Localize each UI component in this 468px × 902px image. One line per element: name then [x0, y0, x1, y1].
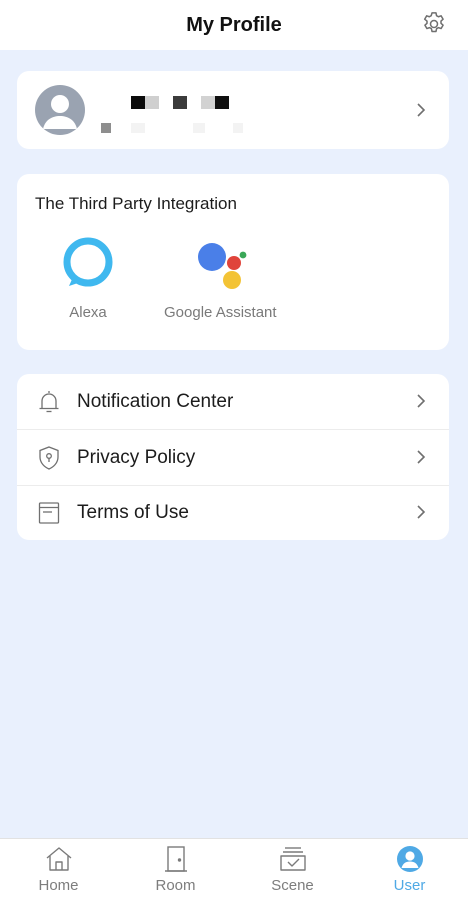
alexa-label: Alexa — [69, 304, 107, 321]
integration-card: The Third Party Integration Alexa Google… — [17, 174, 449, 350]
menu-item-terms-of-use[interactable]: Terms of Use — [17, 485, 449, 540]
tab-room[interactable]: Room — [117, 839, 234, 902]
home-icon — [44, 845, 74, 873]
menu-item-label: Terms of Use — [77, 501, 189, 523]
google-assistant-icon — [198, 243, 247, 289]
menu-card: Notification Center Privacy Policy Terms… — [17, 374, 449, 540]
header-bar: My Profile — [0, 0, 468, 50]
user-icon — [395, 845, 425, 873]
google-assistant-label: Google Assistant — [164, 304, 277, 321]
chevron-right-icon — [415, 101, 427, 119]
door-icon — [161, 845, 191, 873]
redacted-account — [101, 123, 243, 133]
menu-item-notification-center[interactable]: Notification Center — [17, 374, 449, 429]
document-icon — [37, 500, 61, 526]
tab-scene[interactable]: Scene — [234, 839, 351, 902]
tab-label: User — [393, 877, 426, 894]
scene-icon — [278, 845, 308, 873]
menu-item-label: Privacy Policy — [77, 446, 196, 468]
menu-item-label: Notification Center — [77, 390, 234, 412]
profile-card[interactable] — [17, 71, 449, 149]
redacted-username — [131, 96, 229, 109]
alexa-integration[interactable]: Alexa — [61, 236, 115, 321]
alexa-icon — [63, 237, 113, 287]
settings-button[interactable] — [418, 8, 450, 40]
chevron-right-icon — [415, 503, 427, 521]
user-avatar-icon — [35, 85, 85, 135]
bell-icon — [37, 389, 61, 415]
chevron-right-icon — [415, 392, 427, 410]
integration-section-title: The Third Party Integration — [35, 194, 237, 213]
menu-item-privacy-policy[interactable]: Privacy Policy — [17, 430, 449, 485]
tab-home[interactable]: Home — [0, 839, 117, 902]
shield-icon — [37, 445, 61, 471]
bottom-tab-bar: Home Room Scene User — [0, 838, 468, 902]
gear-icon — [423, 12, 444, 33]
google-assistant-integration[interactable]: Google Assistant — [164, 236, 277, 321]
tab-user[interactable]: User — [351, 839, 468, 902]
page-title: My Profile — [186, 13, 282, 36]
chevron-right-icon — [415, 448, 427, 466]
tab-label: Home — [38, 877, 79, 894]
tab-label: Room — [155, 877, 196, 894]
tab-label: Scene — [271, 877, 314, 894]
